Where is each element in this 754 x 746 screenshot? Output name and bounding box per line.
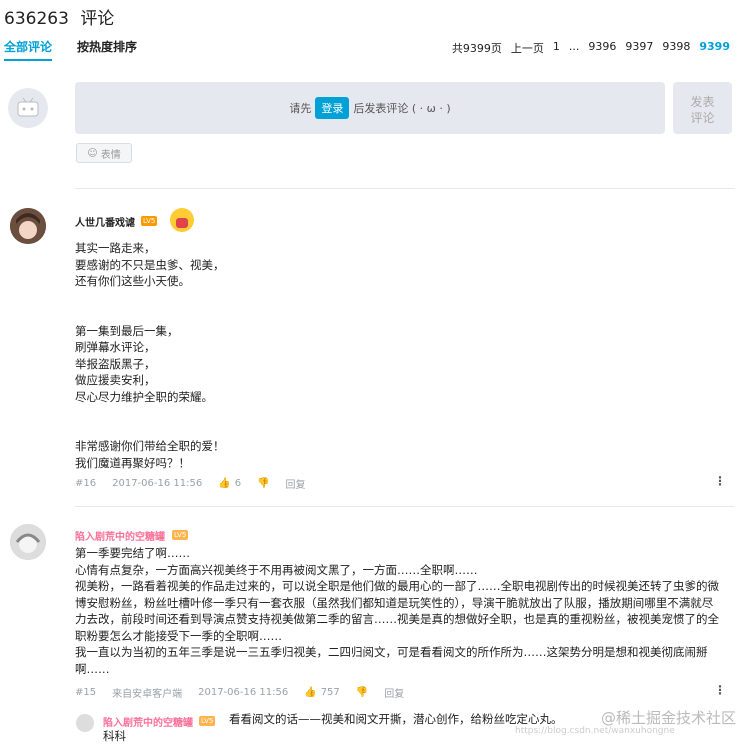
user-avatar[interactable] (10, 524, 46, 560)
pager-page-9398[interactable]: 9398 (662, 40, 690, 56)
avatar-image (10, 208, 46, 244)
emoji-button[interactable]: ☺ 表情 (76, 143, 132, 163)
tab-bar: 全部评论 按热度排序 共9399页 上一页 1 ... 9396 9397 93… (0, 36, 754, 62)
comment-time: 2017-06-16 11:56 (198, 687, 289, 698)
comment-count: 636263 (4, 9, 69, 29)
dislike-icon[interactable]: 👎 (257, 478, 269, 489)
watermark: @稀土掘金技术社区 (600, 709, 736, 727)
client-source: 来自安卓客户端 (112, 689, 183, 700)
pendant-icon (170, 208, 194, 232)
level-badge: LV5 (172, 530, 189, 540)
pager-current: 9399 (699, 40, 730, 53)
pager-ellipsis: ... (568, 40, 580, 53)
pager-page-9397[interactable]: 9397 (625, 40, 653, 56)
login-suffix: 后发表评论 ( · ω · ) (353, 102, 451, 115)
smiley-icon: ☺ (87, 147, 98, 159)
tab-underline (4, 59, 52, 61)
watermark-url: https://blog.csdn.net/wanxuhongne (515, 726, 675, 736)
tab-all-comments[interactable]: 全部评论 (4, 38, 52, 55)
comment-meta: #15 来自安卓客户端 2017-06-16 11:56 👍 757 👎 回复 (75, 685, 420, 700)
post-comment-label: 发表 评论 (690, 95, 715, 125)
pager-page-9396[interactable]: 9396 (588, 40, 616, 56)
floor-number: #16 (75, 478, 97, 489)
page-header: 636263 评论 (4, 4, 120, 29)
reply-button[interactable]: 回复 (384, 685, 404, 700)
like-count: 757 (320, 687, 340, 698)
pagination: 共9399页 上一页 1 ... 9396 9397 9398 9399 (452, 40, 730, 56)
comment-username[interactable]: 人世几番戏谑 (75, 214, 135, 229)
floor-number: #15 (75, 687, 97, 698)
pager-page-1[interactable]: 1 (553, 40, 560, 56)
comment-time: 2017-06-16 11:56 (112, 478, 203, 489)
login-prefix: 请先 (289, 102, 312, 115)
my-avatar (8, 88, 48, 128)
avatar-image (10, 524, 46, 560)
reply-button[interactable]: 回复 (286, 476, 306, 491)
reply-text: 看看阅文的话——视美和阅文开撕，潜心创作，给粉丝吃定心丸。 (229, 712, 563, 726)
comment-meta: #16 2017-06-16 11:56 👍 6 👎 回复 (75, 476, 322, 491)
emoji-label: 表情 (100, 149, 121, 161)
divider (75, 506, 735, 507)
tab-sort-hot[interactable]: 按热度排序 (77, 38, 137, 55)
like-icon[interactable]: 👍 (218, 478, 230, 489)
divider (75, 188, 735, 189)
like-count: 6 (234, 478, 242, 489)
pager-total: 共9399页 (451, 42, 502, 55)
tv-icon (17, 97, 39, 117)
level-badge: LV5 (141, 216, 158, 226)
comment-username[interactable]: 陷入剧荒中的空糖罐 (75, 528, 165, 543)
user-avatar[interactable] (10, 208, 46, 244)
reply-username[interactable]: 陷入剧荒中的空糖罐 (103, 714, 193, 729)
level-badge: LV5 (199, 716, 216, 726)
reply-avatar[interactable] (76, 714, 94, 732)
comment-input-box[interactable]: 请先 登录 后发表评论 ( · ω · ) (75, 82, 665, 134)
reply-text-2: 科科 (103, 729, 126, 743)
dislike-icon[interactable]: 👎 (356, 687, 368, 698)
like-icon[interactable]: 👍 (304, 687, 316, 698)
page-title: 评论 (80, 9, 115, 29)
comment-text: 第一季要完结了啊…… 心情有点复杂，一方面高兴视美终于不用再被阅文黑了，一方面…… (75, 546, 719, 676)
login-button[interactable]: 登录 (315, 97, 350, 119)
more-options-icon[interactable]: ⋮ (714, 474, 726, 488)
comment-text: 其实一路走来， 要感谢的不只是虫爹、视美， 还有你们这些小天使。 第一集到最后一… (75, 241, 225, 470)
more-options-icon[interactable]: ⋮ (714, 683, 726, 697)
pager-prev[interactable]: 上一页 (511, 40, 544, 56)
post-comment-button[interactable]: 发表 评论 (673, 82, 732, 134)
